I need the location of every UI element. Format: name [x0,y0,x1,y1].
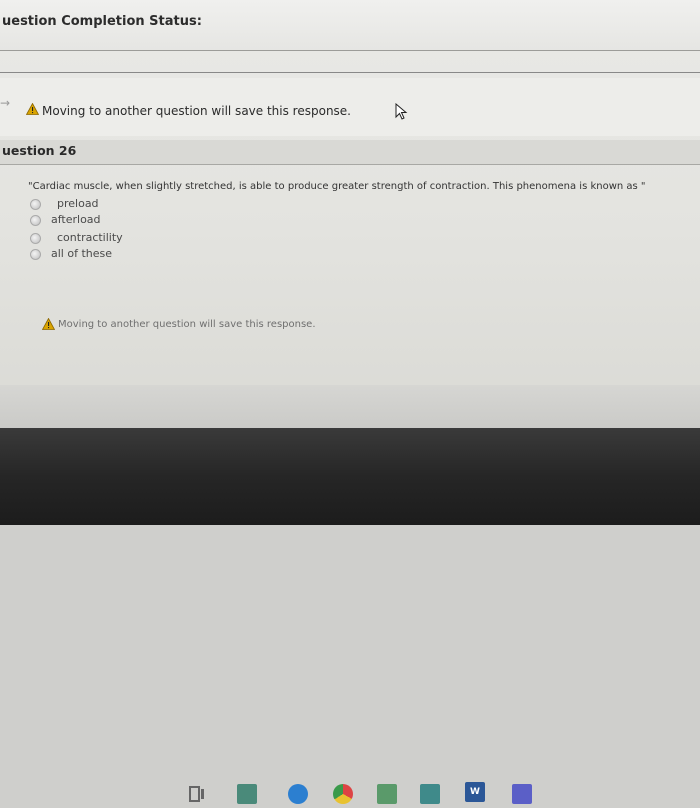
completion-status-header: uestion Completion Status: [0,0,700,50]
task-view-icon[interactable] [188,784,208,804]
question-text: "Cardiac muscle, when slightly stretched… [28,181,646,192]
radio-button[interactable] [30,198,41,210]
option-contractility[interactable]: contractility [30,231,123,244]
radio-button[interactable] [30,248,41,260]
radio-button[interactable] [30,232,41,244]
file-explorer-icon[interactable] [237,784,257,804]
option-label: afterload [51,213,101,226]
teams-icon[interactable] [512,784,532,804]
warning-icon [26,103,39,115]
option-label: all of these [51,247,112,260]
footer-save-warning-text: Moving to another question will save thi… [58,319,316,330]
completion-status-title: uestion Completion Status: [2,14,202,29]
mail-icon[interactable] [420,784,440,804]
taskbar: W [0,385,700,804]
monitor-bezel [0,428,700,525]
question-title: uestion 26 [2,143,77,158]
warning-icon [42,318,55,330]
divider [0,164,700,165]
option-all-of-these[interactable]: all of these [30,247,112,260]
edge-icon[interactable] [288,784,308,804]
option-preload[interactable]: preload [30,197,99,210]
question-header [0,140,700,164]
word-icon[interactable]: W [465,782,485,802]
divider [0,50,700,51]
chrome-icon[interactable] [333,784,353,804]
calculator-icon[interactable] [377,784,397,804]
option-label: contractility [57,231,123,244]
option-afterload[interactable]: afterload [30,213,101,226]
save-warning-text: Moving to another question will save thi… [42,104,351,118]
arrow-icon: → [0,96,11,110]
radio-button[interactable] [30,214,41,226]
divider [0,72,700,73]
option-label: preload [57,197,99,210]
mouse-cursor-icon [395,103,408,120]
browser-viewport: uestion Completion Status: → Moving to a… [0,0,700,420]
